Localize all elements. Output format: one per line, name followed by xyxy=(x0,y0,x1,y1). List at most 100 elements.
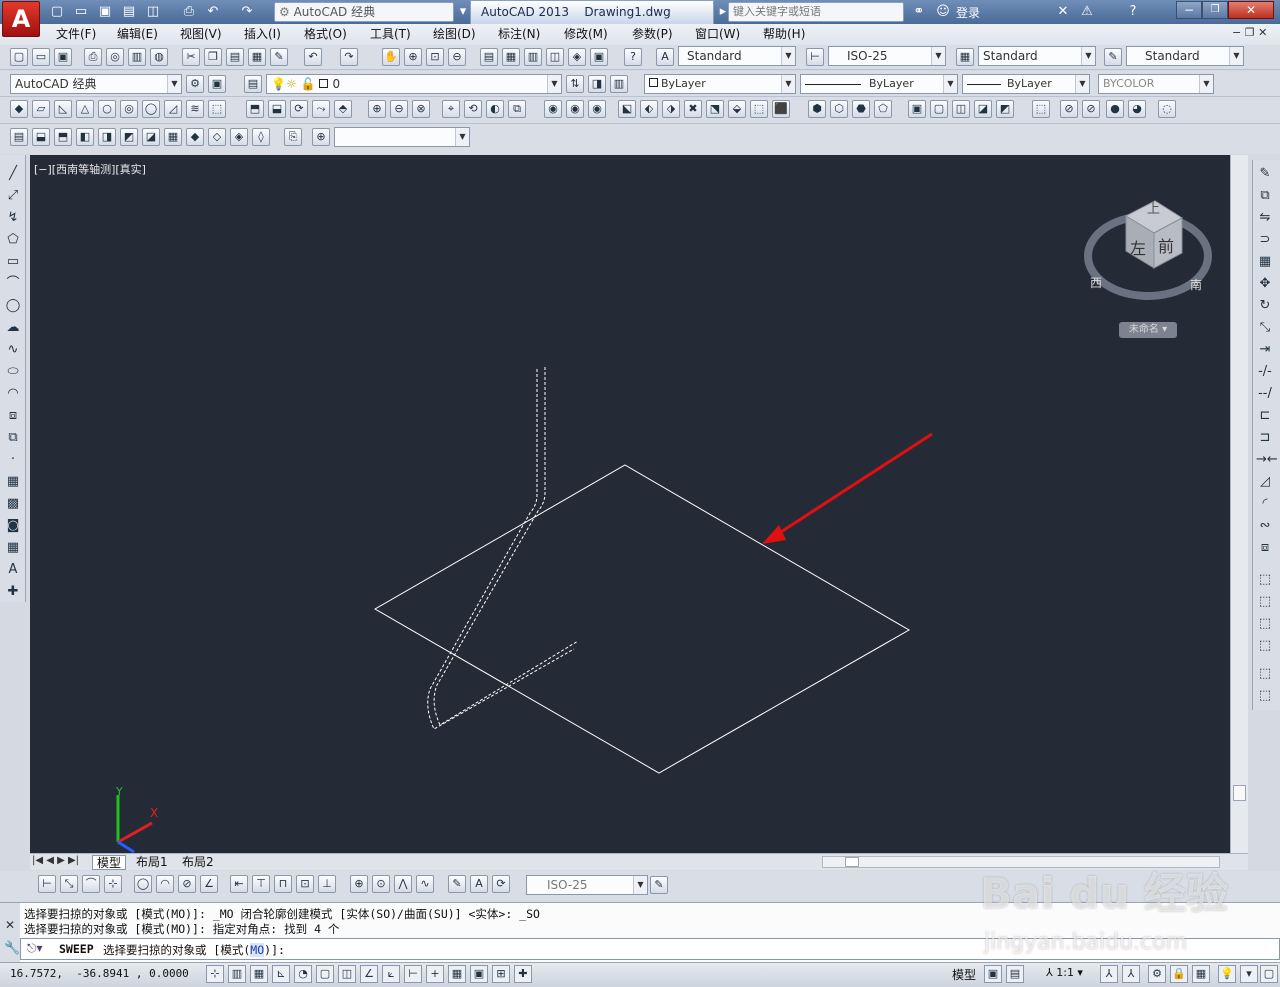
save-icon[interactable]: ▣ xyxy=(96,3,114,21)
dim-break-icon[interactable]: ⊥ xyxy=(318,875,336,893)
continue-icon[interactable]: ⊓ xyxy=(274,875,292,893)
diameter-icon[interactable]: ⊘ xyxy=(178,875,196,893)
menu-dimension[interactable]: 标注(N) xyxy=(498,26,540,42)
view-bottom-icon[interactable]: ◩ xyxy=(120,128,138,146)
lineweight-toggle-icon[interactable]: + xyxy=(426,965,444,983)
presspull-icon[interactable]: ⬓ xyxy=(268,100,286,118)
aligned-dim-icon[interactable]: ⤡ xyxy=(60,875,78,893)
model-viewport[interactable]: [−][西南等轴测][真实] Y X 上 左 前 西 南 未命名 ▾ xyxy=(30,155,1248,853)
doc-window-controls[interactable]: − ❐ ✕ xyxy=(1232,26,1267,39)
workspace-combo[interactable]: AutoCAD 经典 ▼ xyxy=(10,74,182,94)
check-icon[interactable]: ⬠ xyxy=(874,100,892,118)
wedge-icon[interactable]: ▱ xyxy=(32,100,50,118)
view-front-icon[interactable]: ⬓ xyxy=(32,128,50,146)
center-mark-icon[interactable]: ⊙ xyxy=(372,875,390,893)
hardware-acceleration-icon[interactable]: ▦ xyxy=(1192,965,1210,983)
user-icon[interactable]: ☺ xyxy=(934,3,952,21)
mirror-icon[interactable]: ⇋ xyxy=(1256,209,1274,227)
menu-edit[interactable]: 编辑(E) xyxy=(117,26,158,42)
draworder-above-icon[interactable]: ⬚ xyxy=(1256,615,1274,633)
workspace-switch-icon[interactable]: ⚙ xyxy=(1148,965,1166,983)
quick-dim-icon[interactable]: ⇤ xyxy=(230,875,248,893)
wrench-icon[interactable]: 🔧 xyxy=(4,941,20,956)
tb-undo-icon[interactable]: ↶ xyxy=(304,48,322,66)
copy-object-icon[interactable]: ⧉ xyxy=(1256,187,1274,205)
layer-properties-icon[interactable]: ▤ xyxy=(244,75,262,93)
point-icon[interactable]: · xyxy=(4,451,22,469)
view-top-icon[interactable]: ▤ xyxy=(10,128,28,146)
section-plane-icon[interactable]: ◉ xyxy=(544,100,562,118)
union-icon[interactable]: ⊕ xyxy=(368,100,386,118)
dimension-style-icon[interactable]: ✎ xyxy=(650,876,668,894)
view-ne-iso-icon[interactable]: ◆ xyxy=(186,128,204,146)
3d-osnap-icon[interactable]: ◫ xyxy=(338,965,356,983)
zoom-extents-icon[interactable]: ⊕ xyxy=(312,128,330,146)
match-properties-icon[interactable]: ✎ xyxy=(270,48,288,66)
hidden-style-icon[interactable]: ◫ xyxy=(952,100,970,118)
visual-style-3d-icon[interactable]: ▢ xyxy=(930,100,948,118)
quickcalc-icon[interactable]: ▣ xyxy=(590,48,608,66)
open-icon[interactable]: ▭ xyxy=(72,3,90,21)
transparency-icon[interactable]: ▦ xyxy=(448,965,466,983)
cone-icon[interactable]: ◿ xyxy=(164,100,182,118)
gradient-icon[interactable]: ▩ xyxy=(4,495,22,513)
box-solid-icon[interactable]: ◆ xyxy=(10,100,28,118)
array-icon[interactable]: ▦ xyxy=(1256,253,1274,271)
paste-block-icon[interactable]: ▦ xyxy=(248,48,266,66)
menu-window[interactable]: 窗口(W) xyxy=(695,26,740,42)
trim-icon[interactable]: -/- xyxy=(1256,363,1274,381)
ellipse-arc-icon[interactable]: ◠ xyxy=(4,385,22,403)
add-selected-icon[interactable]: ✚ xyxy=(4,583,22,601)
sphere-icon[interactable]: ◎ xyxy=(120,100,138,118)
layer-states-icon[interactable]: ▥ xyxy=(610,75,628,93)
3d-rotate-icon[interactable]: ⟲ xyxy=(464,100,482,118)
vertical-scrollbar[interactable] xyxy=(1230,155,1248,853)
orbit-icon[interactable]: ⎘ xyxy=(284,128,302,146)
viewcube-front-face[interactable]: 前 xyxy=(1158,233,1174,257)
walk-icon[interactable]: ◊ xyxy=(252,128,270,146)
inspection-icon[interactable]: ⋀ xyxy=(394,875,412,893)
isolate-objects-icon[interactable]: 💡 xyxy=(1218,965,1236,983)
sweep-icon[interactable]: ⤳ xyxy=(312,100,330,118)
view-nw-iso-icon[interactable]: ◇ xyxy=(208,128,226,146)
render-sphere-icon[interactable]: ● xyxy=(1106,100,1124,118)
tab-model[interactable]: 模型 xyxy=(92,855,127,870)
dim-style-combo-2[interactable]: ISO-25 ▼ xyxy=(526,875,648,895)
preview-icon[interactable]: ◎ xyxy=(106,48,124,66)
named-view-combo[interactable]: ▼ xyxy=(334,127,470,147)
mtext-icon[interactable]: A xyxy=(4,561,22,579)
arc-length-icon[interactable]: ⌒ xyxy=(82,875,100,893)
viewcube-top-face[interactable]: 上 xyxy=(1147,198,1160,217)
workspace-settings-icon[interactable]: ⚙ xyxy=(186,75,204,93)
coordinate-display[interactable]: 16.7572, -36.8941 , 0.0000 xyxy=(10,967,189,980)
revolve-icon[interactable]: ⟳ xyxy=(290,100,308,118)
viewcube-west[interactable]: 西 xyxy=(1090,274,1102,291)
lineweight-combo[interactable]: ByLayer ▼ xyxy=(962,74,1090,94)
quick-view-drawings-icon[interactable]: ▤ xyxy=(1006,965,1024,983)
minimize-button[interactable]: − xyxy=(1176,1,1202,19)
quick-view-layouts-icon[interactable]: ▣ xyxy=(984,965,1002,983)
offset-icon[interactable]: ⊃ xyxy=(1256,231,1274,249)
view-right-icon[interactable]: ◧ xyxy=(76,128,94,146)
sheet-set-icon[interactable]: ◫ xyxy=(546,48,564,66)
dim-style-combo[interactable]: ISO-25 ▼ xyxy=(828,46,946,66)
lights-icon[interactable]: ⊘ xyxy=(1060,100,1078,118)
baseline-icon[interactable]: ⊤ xyxy=(252,875,270,893)
menu-tools[interactable]: 工具(T) xyxy=(370,26,411,42)
autodesk-360-icon[interactable]: ⚠ xyxy=(1078,3,1096,21)
menu-draw[interactable]: 绘图(D) xyxy=(433,26,476,42)
render-environment-icon[interactable]: ◕ xyxy=(1128,100,1146,118)
draworder-front-icon[interactable]: ⬚ xyxy=(1256,571,1274,589)
osnap-icon[interactable]: ▢ xyxy=(316,965,334,983)
color-combo[interactable]: ByLayer ▼ xyxy=(644,74,796,94)
ordinate-icon[interactable]: ⊹ xyxy=(104,875,122,893)
render-region-icon[interactable]: ⬚ xyxy=(1032,100,1050,118)
viewcube-left-face[interactable]: 左 xyxy=(1130,235,1146,259)
rectangle-icon[interactable]: ▭ xyxy=(4,253,22,271)
draworder-back-icon[interactable]: ⬚ xyxy=(1256,593,1274,611)
polyline-icon[interactable]: ↯ xyxy=(4,209,22,227)
ortho-mode-icon[interactable]: ⊾ xyxy=(272,965,290,983)
construction-line-icon[interactable]: ⤢ xyxy=(4,187,22,205)
viewcube-wcs-menu[interactable]: 未命名 ▾ xyxy=(1119,322,1177,338)
menu-insert[interactable]: 插入(I) xyxy=(244,26,281,42)
